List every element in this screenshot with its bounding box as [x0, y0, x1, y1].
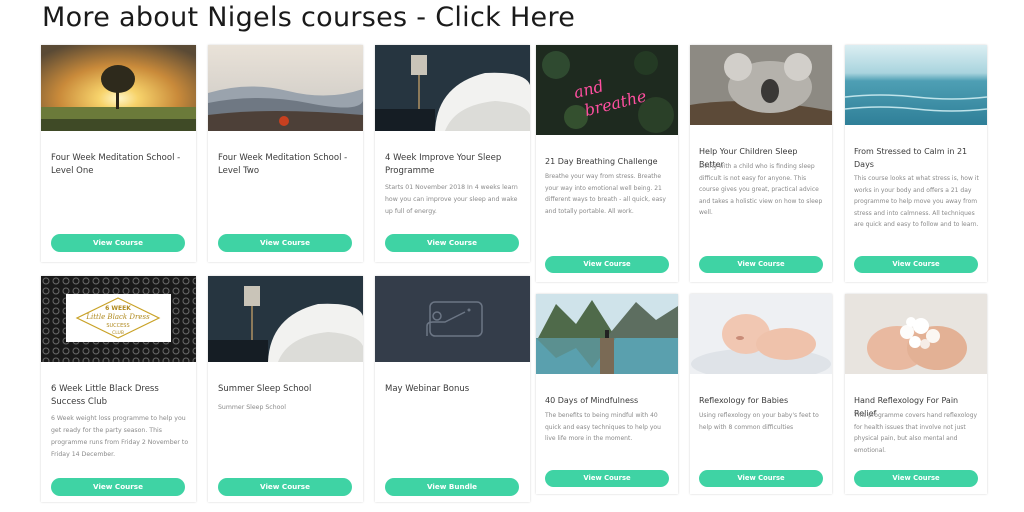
- view-course-button[interactable]: View Course: [699, 256, 823, 273]
- course-card[interactable]: Hand Reflexology For Pain Relief This pr…: [845, 294, 987, 494]
- course-description: 6 Week weight loss programme to help you…: [51, 415, 189, 458]
- course-title[interactable]: 21 Day Breathing Challenge: [545, 155, 670, 168]
- badge-line3: SUCCESS: [106, 323, 129, 329]
- course-description: This programme covers hand reflexology f…: [854, 412, 978, 454]
- course-card[interactable]: Summer Sleep School Summer Sleep School …: [208, 276, 363, 502]
- course-title[interactable]: Four Week Meditation School - Level Two: [218, 152, 358, 178]
- view-course-button[interactable]: View Course: [385, 234, 519, 252]
- view-course-button[interactable]: View Course: [854, 470, 978, 487]
- course-card[interactable]: 40 Days of Mindfulness The benefits to b…: [536, 294, 678, 494]
- course-description: Using reflexology on your baby's feet to…: [699, 412, 819, 431]
- course-title[interactable]: 4 Week Improve Your Sleep Programme: [385, 152, 525, 178]
- course-card[interactable]: From Stressed to Calm in 21 Days This co…: [845, 45, 987, 282]
- view-course-button[interactable]: View Course: [545, 470, 669, 487]
- view-course-button[interactable]: View Course: [854, 256, 978, 273]
- badge-line4: CLUB: [112, 330, 124, 336]
- course-thumbnail-hands-blossom[interactable]: [845, 294, 987, 374]
- course-card[interactable]: Four Week Meditation School - Level One …: [41, 45, 196, 262]
- course-description: Summer Sleep School: [218, 404, 286, 411]
- course-title[interactable]: May Webinar Bonus: [385, 383, 525, 396]
- course-thumbnail-baby[interactable]: [690, 294, 832, 374]
- course-title[interactable]: From Stressed to Calm in 21 Days: [854, 145, 979, 171]
- course-thumbnail-ocean[interactable]: [845, 45, 987, 125]
- course-thumbnail-neon-breathe[interactable]: and breathe: [536, 45, 678, 135]
- view-course-button[interactable]: View Course: [218, 234, 352, 252]
- course-card[interactable]: Four Week Meditation School - Level Two …: [208, 45, 363, 262]
- course-description: This course looks at what stress is, how…: [854, 175, 979, 228]
- view-course-button[interactable]: View Course: [218, 478, 352, 496]
- course-card[interactable]: and breathe 21 Day Breathing Challenge B…: [536, 45, 678, 282]
- course-thumbnail-bedroom[interactable]: [375, 45, 530, 131]
- view-course-button[interactable]: View Course: [51, 478, 185, 496]
- course-title[interactable]: 40 Days of Mindfulness: [545, 394, 670, 407]
- course-thumbnail-bedroom[interactable]: [208, 276, 363, 362]
- badge-line2: Little Black Dress: [85, 313, 150, 321]
- course-card[interactable]: May Webinar Bonus View Bundle: [375, 276, 530, 502]
- course-description: The benefits to being mindful with 40 qu…: [545, 412, 661, 442]
- view-course-button[interactable]: View Course: [51, 234, 185, 252]
- view-bundle-button[interactable]: View Bundle: [385, 478, 519, 496]
- course-description: Breathe your way from stress. Breathe yo…: [545, 173, 666, 215]
- course-thumbnail-misty-hills[interactable]: [208, 45, 363, 131]
- view-course-button[interactable]: View Course: [699, 470, 823, 487]
- course-title[interactable]: Four Week Meditation School - Level One: [51, 152, 191, 178]
- view-course-button[interactable]: View Course: [545, 256, 669, 273]
- course-title[interactable]: Reflexology for Babies: [699, 394, 824, 407]
- course-thumbnail-lace-badge[interactable]: 6 WEEK Little Black Dress SUCCESS CLUB: [41, 276, 196, 362]
- course-title[interactable]: 6 Week Little Black Dress Success Club: [51, 383, 191, 409]
- course-thumbnail-lake-mountains[interactable]: [536, 294, 678, 374]
- course-card[interactable]: Reflexology for Babies Using reflexology…: [690, 294, 832, 494]
- course-description: Starts 01 November 2018 In 4 weeks learn…: [385, 184, 518, 215]
- page-heading-link[interactable]: More about Nigels courses - Click Here: [42, 2, 575, 33]
- badge-line1: 6 WEEK: [105, 305, 131, 312]
- course-thumbnail-presentation[interactable]: [375, 276, 530, 362]
- course-thumbnail-koala[interactable]: [690, 45, 832, 125]
- course-description: Living with a child who is finding sleep…: [699, 163, 823, 216]
- course-card[interactable]: 6 WEEK Little Black Dress SUCCESS CLUB 6…: [41, 276, 196, 502]
- course-title[interactable]: Summer Sleep School: [218, 383, 358, 396]
- course-card[interactable]: 4 Week Improve Your Sleep Programme Star…: [375, 45, 530, 262]
- course-thumbnail-sunset-tree[interactable]: [41, 45, 196, 131]
- course-card[interactable]: Help Your Children Sleep Better Living w…: [690, 45, 832, 282]
